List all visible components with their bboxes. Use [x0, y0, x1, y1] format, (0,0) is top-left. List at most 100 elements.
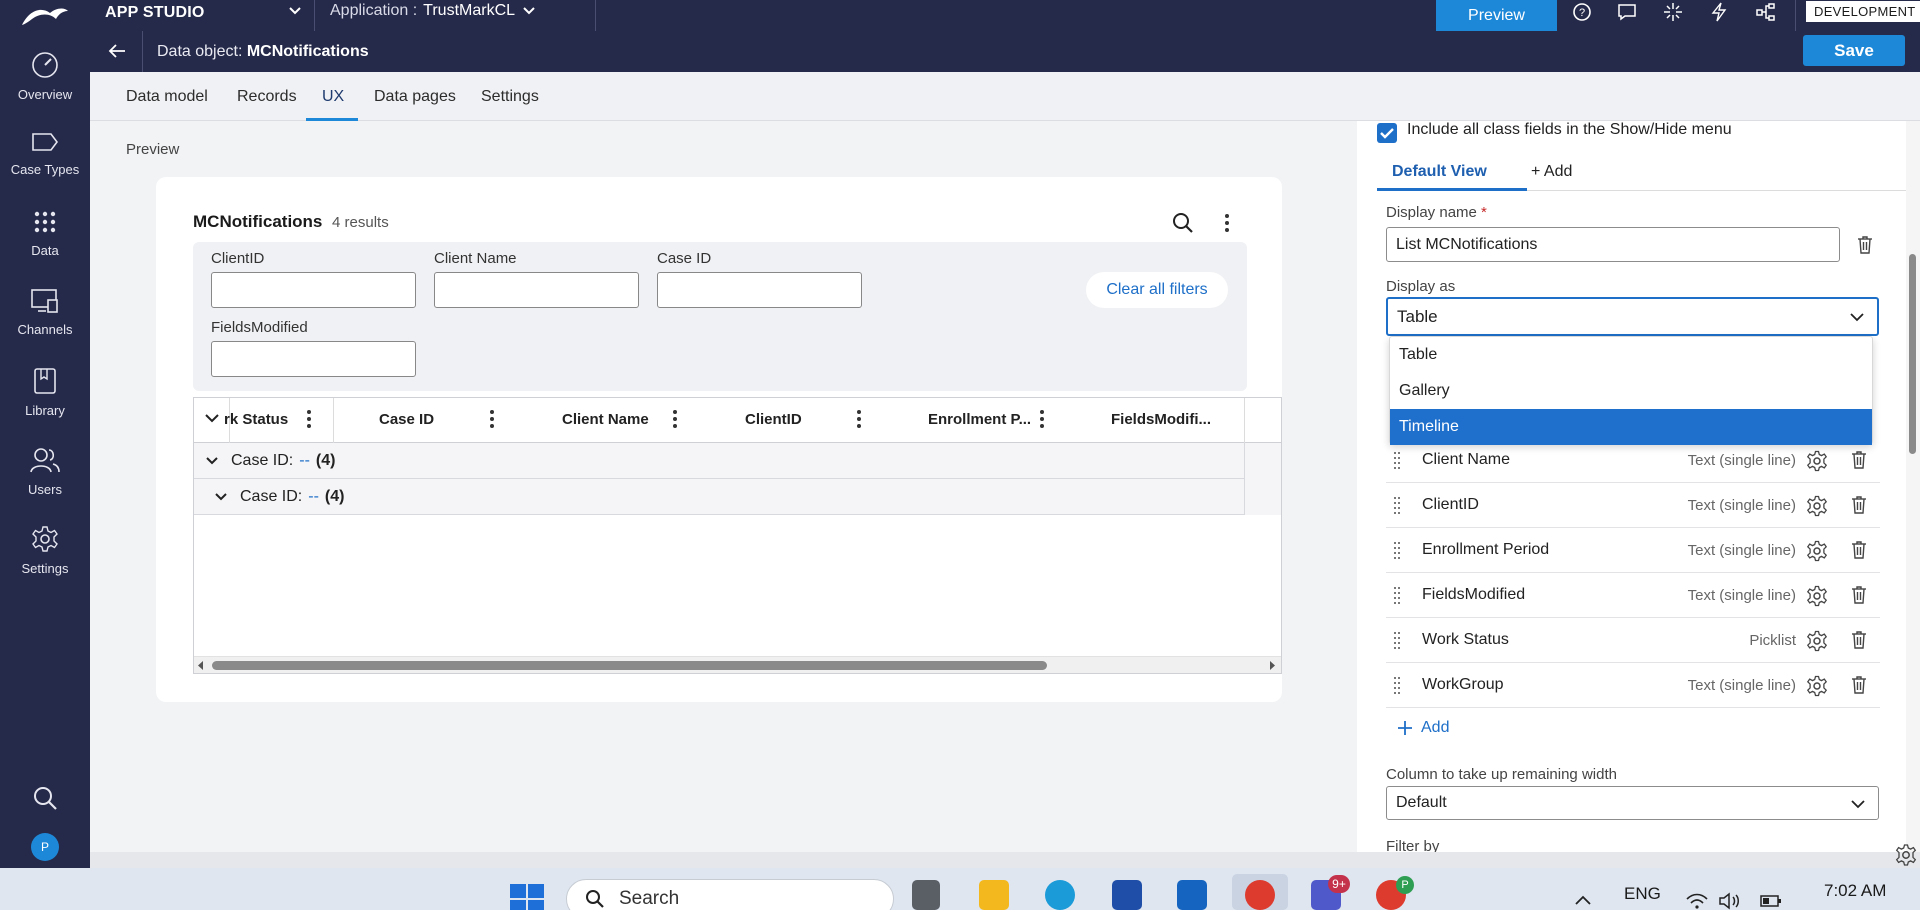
- column-menu-icon[interactable]: [673, 410, 677, 428]
- gear-icon[interactable]: [1806, 675, 1828, 697]
- add-view-tab[interactable]: + Add: [1531, 163, 1572, 181]
- nav-overview[interactable]: Overview: [0, 41, 90, 111]
- nav-settings[interactable]: Settings: [0, 515, 90, 585]
- trash-icon[interactable]: [1851, 675, 1867, 694]
- clear-all-filters-button[interactable]: Clear all filters: [1086, 272, 1228, 308]
- application-switcher[interactable]: Application : TrustMarkCL: [330, 2, 537, 20]
- client-name-filter-input[interactable]: [434, 272, 639, 308]
- add-field-button[interactable]: Add: [1397, 719, 1449, 737]
- field-row[interactable]: Work Status Picklist: [1386, 618, 1880, 663]
- outlook-icon[interactable]: [1177, 880, 1207, 910]
- chevron-down-icon[interactable]: [204, 413, 220, 425]
- chat-icon[interactable]: [1611, 0, 1643, 24]
- include-all-fields-checkbox[interactable]: [1377, 123, 1397, 143]
- field-row[interactable]: Enrollment Period Text (single line): [1386, 528, 1880, 573]
- folder-icon[interactable]: [979, 880, 1009, 910]
- store-icon[interactable]: [1112, 880, 1142, 910]
- drag-handle-icon[interactable]: [1394, 587, 1400, 605]
- display-name-input[interactable]: List MCNotifications: [1386, 227, 1840, 262]
- field-row[interactable]: ClientID Text (single line): [1386, 483, 1880, 528]
- hierarchy-icon[interactable]: [1750, 0, 1782, 24]
- help-icon[interactable]: ?: [1566, 0, 1598, 24]
- trash-icon[interactable]: [1851, 450, 1867, 469]
- gear-icon[interactable]: [1894, 843, 1918, 867]
- trash-icon[interactable]: [1851, 630, 1867, 649]
- scroll-left-icon[interactable]: [197, 661, 205, 670]
- lightning-icon[interactable]: [1703, 0, 1735, 24]
- column-menu-icon[interactable]: [490, 410, 494, 428]
- back-arrow-icon[interactable]: [108, 43, 126, 59]
- preview-button[interactable]: Preview: [1436, 0, 1557, 31]
- column-header-client-name[interactable]: Client Name: [562, 411, 649, 428]
- field-row[interactable]: WorkGroup Text (single line): [1386, 663, 1880, 708]
- tab-ux[interactable]: UX: [322, 88, 344, 106]
- scroll-right-icon[interactable]: [1268, 661, 1276, 670]
- file-explorer-task-icon[interactable]: [912, 880, 940, 910]
- chevron-down-icon[interactable]: [288, 6, 302, 16]
- volume-icon[interactable]: [1718, 892, 1742, 910]
- nav-case-types[interactable]: Case Types: [0, 120, 90, 190]
- drag-handle-icon[interactable]: [1394, 542, 1400, 560]
- gear-icon[interactable]: [1806, 585, 1828, 607]
- search-icon[interactable]: [32, 785, 58, 811]
- display-as-select[interactable]: Table: [1386, 297, 1879, 336]
- taskbar-search[interactable]: Search: [566, 879, 894, 910]
- fieldsmodified-filter-input[interactable]: [211, 341, 416, 377]
- clock-time[interactable]: 7:02 AM: [1824, 881, 1886, 901]
- trash-icon[interactable]: [1851, 495, 1867, 514]
- chevron-up-icon[interactable]: [1574, 894, 1592, 906]
- column-header-fieldsmodified[interactable]: FieldsModifi...: [1111, 411, 1211, 428]
- drag-handle-icon[interactable]: [1394, 632, 1400, 650]
- chevron-down-icon[interactable]: [205, 456, 219, 466]
- column-menu-icon[interactable]: [307, 410, 311, 428]
- horizontal-scroll-thumb[interactable]: [212, 661, 1047, 670]
- windows-start-icon[interactable]: [510, 884, 544, 910]
- chevron-down-icon[interactable]: [214, 492, 228, 502]
- column-menu-icon[interactable]: [1040, 410, 1044, 428]
- column-header-clientid[interactable]: ClientID: [745, 411, 802, 428]
- option-gallery[interactable]: Gallery: [1390, 373, 1872, 409]
- nav-users[interactable]: Users: [0, 436, 90, 506]
- agent-icon[interactable]: [1657, 0, 1689, 24]
- drag-handle-icon[interactable]: [1394, 452, 1400, 470]
- gear-icon[interactable]: [1806, 540, 1828, 562]
- studio-switcher[interactable]: APP STUDIO: [105, 0, 205, 25]
- wifi-icon[interactable]: [1686, 892, 1708, 910]
- trash-icon[interactable]: [1851, 540, 1867, 559]
- tab-settings[interactable]: Settings: [481, 88, 539, 106]
- more-actions-icon[interactable]: [1225, 214, 1229, 232]
- gear-icon[interactable]: [1806, 495, 1828, 517]
- tab-data-model[interactable]: Data model: [126, 88, 208, 106]
- group-row[interactable]: Case ID: -- (4): [194, 479, 1244, 515]
- column-header-enrollment-period[interactable]: Enrollment P...: [928, 411, 1031, 428]
- group-row[interactable]: Case ID: -- (4): [194, 443, 1244, 479]
- edge-browser-icon[interactable]: [1045, 880, 1075, 910]
- horizontal-scrollbar[interactable]: [194, 656, 1281, 673]
- tab-default-view[interactable]: Default View: [1392, 163, 1487, 181]
- drag-handle-icon[interactable]: [1394, 497, 1400, 515]
- chrome-browser-icon[interactable]: [1245, 880, 1275, 910]
- panel-vertical-scrollbar[interactable]: [1906, 121, 1920, 868]
- nav-data[interactable]: Data: [0, 199, 90, 269]
- column-header-work-status[interactable]: rk Status: [224, 411, 288, 428]
- trash-icon[interactable]: [1857, 235, 1873, 254]
- tab-data-pages[interactable]: Data pages: [374, 88, 456, 106]
- column-menu-icon[interactable]: [857, 410, 861, 428]
- search-icon[interactable]: [1172, 212, 1194, 234]
- option-timeline[interactable]: Timeline: [1390, 409, 1872, 445]
- remaining-width-select[interactable]: Default: [1386, 786, 1879, 820]
- clientid-filter-input[interactable]: [211, 272, 416, 308]
- battery-icon[interactable]: [1760, 894, 1782, 908]
- avatar[interactable]: P: [31, 833, 59, 861]
- gear-icon[interactable]: [1806, 630, 1828, 652]
- nav-library[interactable]: Library: [0, 357, 90, 427]
- drag-handle-icon[interactable]: [1394, 677, 1400, 695]
- case-id-filter-input[interactable]: [657, 272, 862, 308]
- nav-channels[interactable]: Channels: [0, 278, 90, 348]
- save-button[interactable]: Save: [1803, 35, 1905, 66]
- tab-records[interactable]: Records: [237, 88, 297, 106]
- pega-logo[interactable]: [0, 0, 90, 31]
- language-indicator[interactable]: ENG: [1624, 884, 1661, 904]
- trash-icon[interactable]: [1851, 585, 1867, 604]
- vertical-scroll-thumb[interactable]: [1909, 254, 1916, 454]
